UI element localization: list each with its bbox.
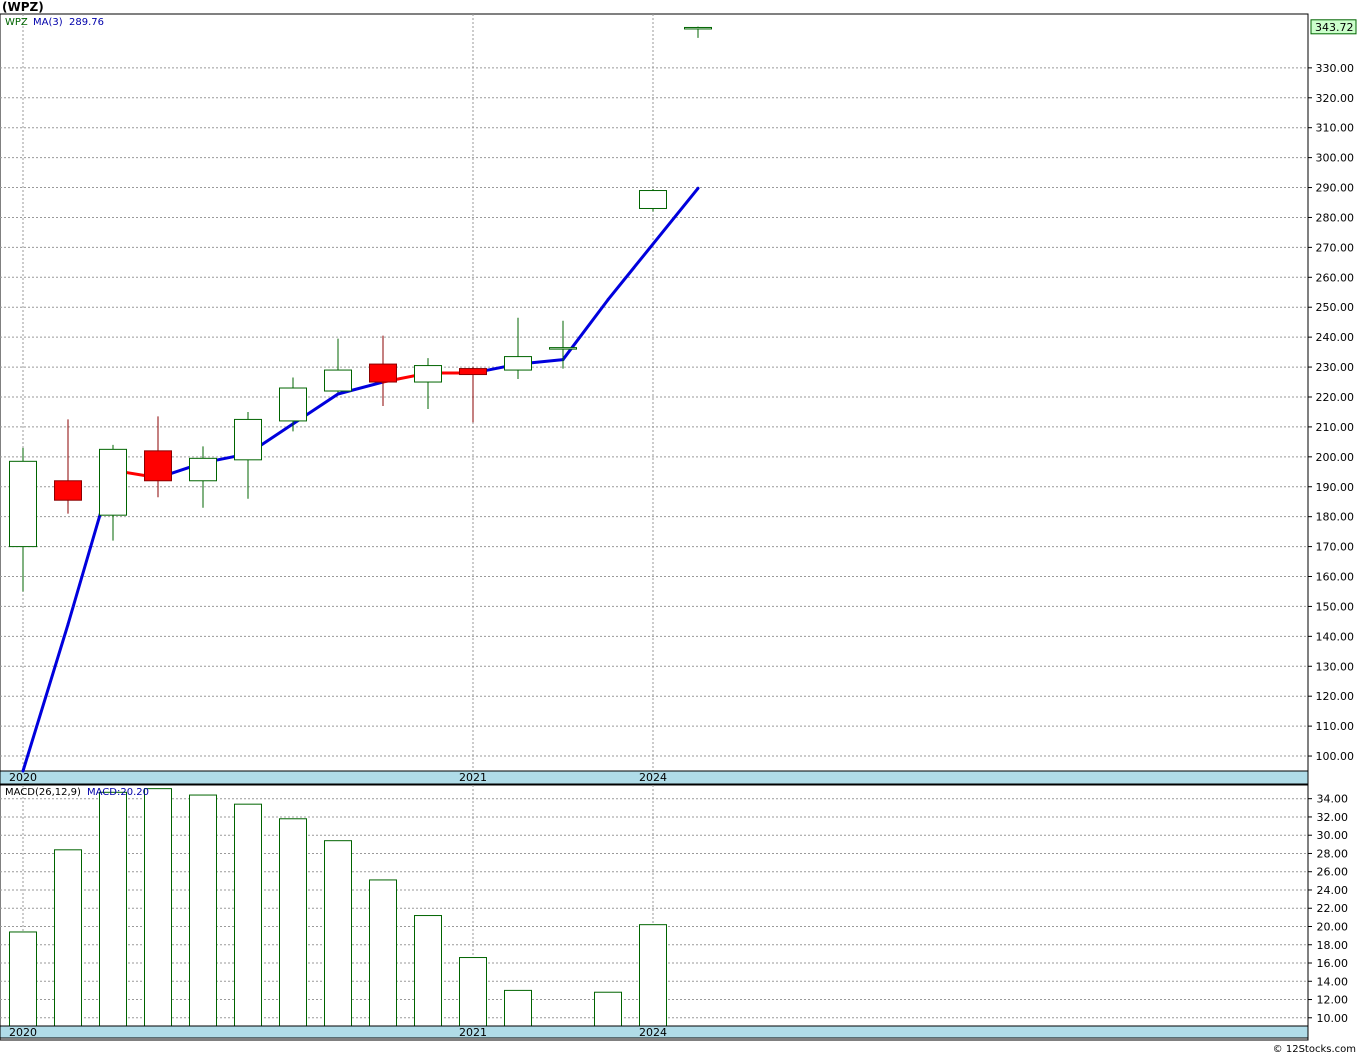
price-tick-label: 320.00 — [1316, 92, 1355, 105]
price-panel-frame — [0, 13, 1309, 786]
price-tick-label: 290.00 — [1316, 182, 1355, 195]
price-tick-label: 160.00 — [1316, 571, 1355, 584]
price-tick-label: 200.00 — [1316, 451, 1355, 464]
macd-bar — [189, 794, 217, 1027]
last-price-value: 343.72 — [1315, 21, 1354, 34]
candles — [9, 26, 712, 592]
price-tick-label: 170.00 — [1316, 541, 1355, 554]
ma-legend-value: 289.76 — [69, 17, 104, 28]
price-tick-label: 240.00 — [1316, 331, 1355, 344]
price-tick-label: 190.00 — [1316, 481, 1355, 494]
candle-body — [9, 460, 37, 548]
macd-x-label: 2021 — [459, 1026, 487, 1039]
candle-body — [369, 363, 397, 383]
macd-bar — [639, 924, 667, 1027]
macd-bar — [99, 791, 127, 1027]
macd-bar — [504, 989, 532, 1027]
macd-tick-label: 24.00 — [1317, 884, 1349, 897]
stock-chart: (WPZ) 100.00 110.00 120.00 130.00 140.00 150.… — [0, 0, 1357, 1055]
macd-bar — [324, 840, 352, 1027]
chart-title: (WPZ) — [2, 0, 44, 14]
candle-body — [54, 480, 82, 501]
price-x-label: 2020 — [9, 771, 37, 784]
candle-body — [324, 369, 352, 392]
macd-tick-label: 12.00 — [1317, 994, 1349, 1007]
price-tick-label: 310.00 — [1316, 122, 1355, 135]
price-x-label: 2021 — [459, 771, 487, 784]
candle-body — [639, 190, 667, 209]
price-y-axis: 100.00 110.00 120.00 130.00 140.00 150.00 160.… — [1308, 62, 1354, 763]
macd-bar — [279, 818, 307, 1027]
macd-bars — [9, 788, 667, 1027]
macd-bar — [9, 931, 37, 1027]
candle-body — [504, 356, 532, 371]
macd-tick-label: 30.00 — [1317, 829, 1349, 842]
macd-bar — [414, 915, 442, 1027]
candle-body — [189, 457, 217, 482]
macd-tick-label: 20.00 — [1317, 920, 1349, 933]
price-tick-label: 230.00 — [1316, 361, 1355, 374]
ticker-legend: WPZ — [5, 17, 28, 28]
macd-bar — [369, 879, 397, 1027]
price-tick-label: 330.00 — [1316, 62, 1355, 75]
macd-legend-value: MACD:20.20 — [87, 787, 149, 798]
macd-bar — [144, 788, 172, 1027]
price-tick-label: 280.00 — [1316, 211, 1355, 224]
macd-tick-label: 28.00 — [1317, 847, 1349, 860]
last-price-label: 343.72 — [1310, 19, 1357, 35]
candle-body — [459, 368, 487, 376]
macd-bar — [459, 957, 487, 1027]
candle-body — [684, 26, 712, 30]
price-tick-label: 270.00 — [1316, 241, 1355, 254]
price-tick-label: 300.00 — [1316, 152, 1355, 165]
price-tick-label: 120.00 — [1316, 690, 1355, 703]
macd-x-label: 2024 — [639, 1026, 667, 1039]
ma-segment — [21, 622, 70, 773]
price-panel: 100.00 110.00 120.00 130.00 140.00 150.00 160.… — [0, 13, 1357, 786]
price-tick-label: 260.00 — [1316, 271, 1355, 284]
price-tick-label: 130.00 — [1316, 660, 1355, 673]
price-tick-label: 140.00 — [1316, 630, 1355, 643]
macd-x-label: 2020 — [9, 1026, 37, 1039]
macd-tick-label: 18.00 — [1317, 939, 1349, 952]
macd-tick-label: 14.00 — [1317, 975, 1349, 988]
candle-body — [549, 347, 577, 350]
macd-y-axis: 10.00 12.00 14.00 16.00 18.00 20.00 22.00 24.00… — [1308, 793, 1348, 1025]
candle-body — [234, 418, 262, 461]
price-tick-label: 210.00 — [1316, 421, 1355, 434]
macd-tick-label: 34.00 — [1317, 793, 1349, 806]
candle-body — [414, 365, 442, 383]
price-tick-label: 150.00 — [1316, 600, 1355, 613]
ma-segment — [561, 298, 610, 362]
price-tick-label: 110.00 — [1316, 720, 1355, 733]
candle-body — [144, 450, 172, 482]
price-tick-label: 180.00 — [1316, 511, 1355, 524]
macd-tick-label: 32.00 — [1317, 811, 1349, 824]
candle-body — [99, 448, 127, 516]
macd-bar — [234, 803, 262, 1027]
macd-panel: 10.00 12.00 14.00 16.00 18.00 20.00 22.00 24.00… — [0, 784, 1348, 1041]
ma-legend-label: MA(3) — [33, 17, 63, 28]
macd-tick-label: 16.00 — [1317, 957, 1349, 970]
macd-bar — [54, 849, 82, 1027]
price-x-label: 2024 — [639, 771, 667, 784]
price-gridlines — [0, 14, 1308, 771]
macd-legend-label: MACD(26,12,9) — [5, 787, 81, 798]
watermark: © 12Stocks.com — [1273, 1044, 1356, 1055]
macd-bar — [594, 991, 622, 1027]
candle-body — [279, 387, 307, 422]
price-tick-label: 220.00 — [1316, 391, 1355, 404]
price-tick-label: 100.00 — [1316, 750, 1355, 763]
price-tick-label: 250.00 — [1316, 301, 1355, 314]
macd-tick-label: 22.00 — [1317, 902, 1349, 915]
macd-tick-label: 26.00 — [1317, 866, 1349, 879]
macd-tick-label: 10.00 — [1317, 1012, 1349, 1025]
